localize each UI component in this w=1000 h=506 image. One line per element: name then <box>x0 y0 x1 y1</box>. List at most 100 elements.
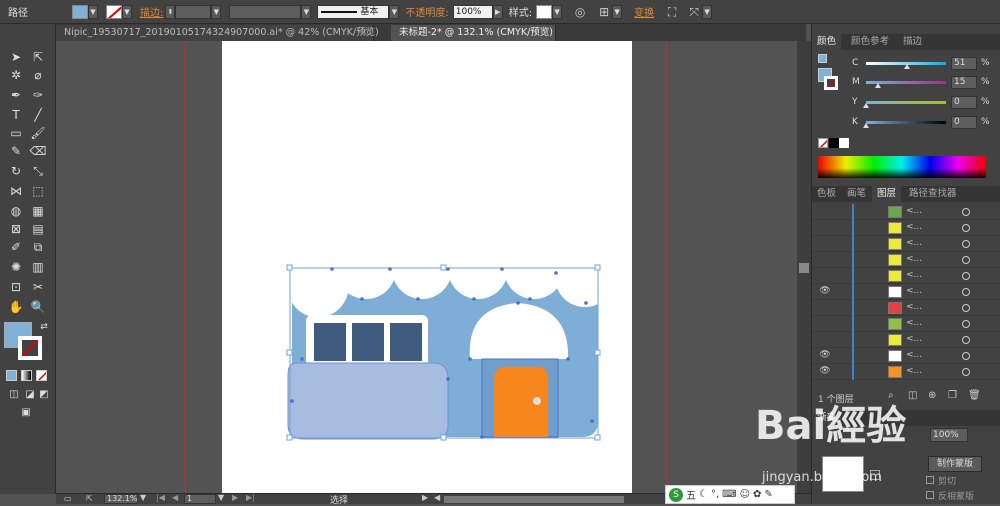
swap-fill-stroke-icon[interactable]: ⇄ <box>34 318 54 336</box>
magenta-value-field[interactable]: 15 <box>951 76 977 89</box>
layer-row[interactable]: <... <box>812 316 1000 332</box>
prev-artboard-button[interactable]: ◀ <box>172 493 178 502</box>
perspective-grid-icon[interactable]: ▦ <box>28 202 48 220</box>
draw-inside-icon[interactable]: ◩ <box>34 386 54 404</box>
fill-swatch[interactable] <box>72 4 88 19</box>
black-slider-thumb[interactable] <box>863 123 869 128</box>
artboard-dropdown[interactable]: ▼ <box>218 493 224 502</box>
canvas-area[interactable] <box>56 41 797 493</box>
tab-document-1[interactable]: Nipic_19530717_20190105174324907000.ai* … <box>56 25 379 41</box>
eyedropper-icon[interactable]: ✐ <box>6 238 26 256</box>
target-circle-icon[interactable] <box>962 240 970 248</box>
slice-tool-icon[interactable]: ✂ <box>28 278 48 296</box>
isolate-icon[interactable]: ⛶ <box>664 4 680 20</box>
tab-color[interactable]: 颜色 <box>812 34 842 50</box>
cyan-slider[interactable]: C 51 % <box>852 57 997 71</box>
clip-checkbox[interactable] <box>926 476 934 484</box>
default-colors-icon[interactable] <box>818 54 827 63</box>
tab-stroke[interactable]: 描边 <box>898 34 927 50</box>
tab-brushes[interactable]: 画笔 <box>842 186 871 202</box>
stroke-label[interactable]: 描边: <box>140 4 163 19</box>
close-icon[interactable]: × <box>360 25 368 40</box>
target-circle-icon[interactable] <box>962 304 970 312</box>
pen-tool-icon[interactable]: ✒ <box>6 86 26 104</box>
stroke-style-dropdown[interactable]: ▼ <box>389 4 400 19</box>
artboard-nav-icon[interactable]: ▭ <box>64 494 72 503</box>
ime-logo-icon[interactable]: S <box>669 487 683 502</box>
stroke-weight-stepper[interactable]: ⬍ <box>165 4 176 19</box>
recolor-icon[interactable]: ◎ <box>572 4 588 20</box>
hand-tool-icon[interactable]: ✋ <box>6 298 26 316</box>
zoom-dropdown[interactable]: ▼ <box>140 493 146 502</box>
horizontal-scroll-thumb[interactable] <box>444 496 624 503</box>
ime-skin-icon[interactable]: ✿ <box>753 489 761 500</box>
graph-tool-icon[interactable]: ▥ <box>28 258 48 276</box>
width-tool-icon[interactable]: ⋈ <box>6 182 26 200</box>
make-mask-button[interactable]: 制作蒙版 <box>928 456 982 472</box>
rotate-tool-icon[interactable]: ↻ <box>6 162 26 180</box>
style-swatch[interactable] <box>536 4 553 19</box>
visibility-eye-icon[interactable]: 👁 <box>818 350 832 360</box>
make-clipping-mask-icon[interactable]: ◫ <box>908 390 917 401</box>
shape-builder-icon[interactable]: ◍ <box>6 202 26 220</box>
zoom-field[interactable]: 132.1% <box>104 494 138 504</box>
stroke-dropdown[interactable]: ▼ <box>122 4 132 19</box>
yellow-value-field[interactable]: 0 <box>951 96 977 109</box>
artboard-number-field[interactable]: 1 <box>184 494 216 504</box>
layer-row[interactable]: 👁 <... <box>812 284 1000 300</box>
layer-row[interactable]: 👁 <... <box>812 364 1000 380</box>
last-artboard-button[interactable]: ▶| <box>246 493 255 502</box>
transform-link[interactable]: 变换 <box>634 4 654 19</box>
layer-row[interactable]: <... <box>812 332 1000 348</box>
layer-row[interactable]: <... <box>812 204 1000 220</box>
target-circle-icon[interactable] <box>962 368 970 376</box>
type-tool-icon[interactable]: T <box>6 106 26 124</box>
target-circle-icon[interactable] <box>962 256 970 264</box>
color-mode-icon[interactable] <box>6 370 17 381</box>
layer-row[interactable]: <... <box>812 236 1000 252</box>
magenta-slider-thumb[interactable] <box>875 83 881 88</box>
none-color-swatch[interactable] <box>818 138 828 148</box>
delete-layer-icon[interactable]: 🗑 <box>968 390 981 401</box>
arrange-dropdown[interactable]: ▼ <box>702 4 713 19</box>
opacity-label[interactable]: 不透明度: <box>405 4 448 19</box>
layer-row[interactable]: <... <box>812 300 1000 316</box>
stroke-swatch[interactable] <box>106 4 122 19</box>
status-menu-arrow[interactable]: ▶ <box>422 493 428 502</box>
layer-row[interactable]: <... <box>812 252 1000 268</box>
target-circle-icon[interactable] <box>962 336 970 344</box>
stroke-style-field[interactable]: 基本 <box>317 4 390 19</box>
curvature-tool-icon[interactable]: ✑ <box>28 86 48 104</box>
variable-width-dropdown[interactable]: ▼ <box>301 4 312 19</box>
black-value-field[interactable]: 0 <box>951 116 977 129</box>
gradient-mode-icon[interactable] <box>21 370 32 381</box>
layer-row[interactable]: <... <box>812 220 1000 236</box>
tab-color-guide[interactable]: 颜色参考 <box>846 34 894 50</box>
tab-document-2[interactable]: 未标题-2* @ 132.1% (CMYK/预览) × <box>391 25 556 41</box>
selection-tool-icon[interactable]: ➤ <box>6 48 26 66</box>
tab-pathfinder[interactable]: 路径查找器 <box>904 186 962 202</box>
gradient-tool-icon[interactable]: ▤ <box>28 220 48 238</box>
stroke-weight-field[interactable] <box>175 4 212 19</box>
stroke-color-swatch[interactable] <box>18 336 42 360</box>
black-slider[interactable]: K 0 % <box>852 116 997 130</box>
variable-width-field[interactable] <box>229 4 302 19</box>
pencil-icon[interactable]: ✎ <box>6 142 26 160</box>
target-circle-icon[interactable] <box>962 208 970 216</box>
style-dropdown[interactable]: ▼ <box>552 4 563 19</box>
target-circle-icon[interactable] <box>962 272 970 280</box>
artboard-tool-icon[interactable]: ⊡ <box>6 278 26 296</box>
none-mode-icon[interactable] <box>36 370 47 381</box>
ime-punctuation-icon[interactable]: °, <box>711 489 719 500</box>
color-spectrum[interactable] <box>818 156 986 178</box>
visibility-eye-icon[interactable]: 👁 <box>818 286 832 296</box>
arrange-icon[interactable]: ⤧ <box>686 4 702 20</box>
black-color-swatch[interactable] <box>829 138 839 148</box>
new-layer-icon[interactable]: ❐ <box>948 390 957 401</box>
align-dropdown[interactable]: ▼ <box>612 4 623 19</box>
lasso-icon[interactable]: ⌀ <box>28 66 48 84</box>
blend-tool-icon[interactable]: ⧉ <box>28 238 48 256</box>
fill-dropdown[interactable]: ▼ <box>88 4 98 19</box>
paintbrush-icon[interactable]: 🖌 <box>28 124 48 142</box>
free-transform-icon[interactable]: ⬚ <box>28 182 48 200</box>
